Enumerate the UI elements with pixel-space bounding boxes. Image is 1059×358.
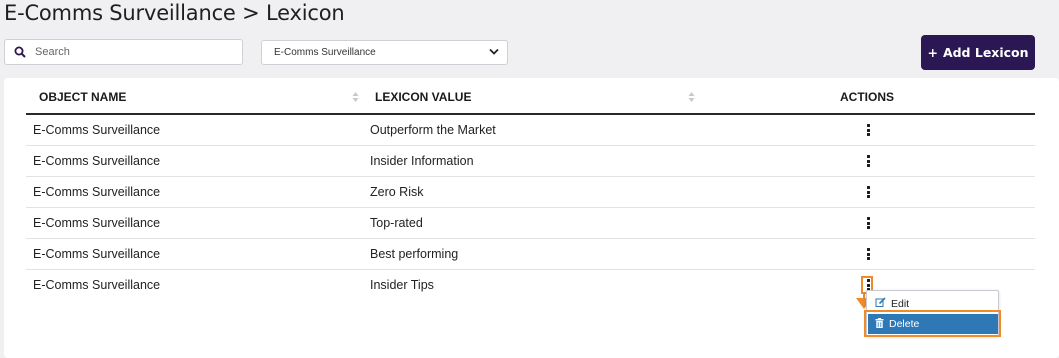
table-row: E-Comms Surveillance Insider Information [26,146,1035,177]
lexicon-value-cell: Zero Risk [370,185,424,199]
object-filter-select[interactable]: E-Comms Surveillance [261,40,508,65]
plus-icon: + [927,45,938,60]
add-lexicon-button[interactable]: + Add Lexicon [921,35,1035,70]
row-actions-icon[interactable] [861,245,875,263]
object-name-cell: E-Comms Surveillance [33,216,161,230]
lexicon-value-cell: Insider Tips [370,278,434,292]
column-header-object-name[interactable]: OBJECT NAME [39,90,126,104]
search-icon [5,46,35,58]
table-row: E-Comms Surveillance Top-rated [26,208,1035,239]
object-name-cell: E-Comms Surveillance [33,278,161,292]
lexicon-value-cell: Outperform the Market [370,123,496,137]
table-row: E-Comms Surveillance Zero Risk [26,177,1035,208]
page-title: E-Comms Surveillance > Lexicon [4,1,345,25]
table-row: E-Comms Surveillance Outperform the Mark… [26,115,1035,146]
table-row: E-Comms Surveillance Best performing [26,239,1035,270]
object-filter-value: E-Comms Surveillance [274,47,376,58]
row-actions-icon[interactable] [861,121,875,139]
row-actions-icon[interactable] [861,152,875,170]
annotation-highlight-box [864,310,1001,337]
lexicon-value-cell: Best performing [370,247,459,261]
chevron-down-icon [489,47,499,58]
row-actions-icon[interactable] [861,214,875,232]
row-actions-icon[interactable] [861,183,875,201]
column-header-actions: ACTIONS [840,90,894,104]
object-name-cell: E-Comms Surveillance [33,154,161,168]
lexicon-value-cell: Insider Information [370,154,474,168]
lexicon-value-cell: Top-rated [370,216,423,230]
pencil-square-icon [875,297,886,311]
menu-item-edit-label: Edit [891,298,910,310]
column-header-lexicon-value[interactable]: LEXICON VALUE [375,90,471,104]
search-box[interactable] [4,39,243,65]
add-lexicon-label: Add Lexicon [942,45,1029,60]
search-input[interactable] [35,46,235,58]
object-name-cell: E-Comms Surveillance [33,185,161,199]
table-header: OBJECT NAME LEXICON VALUE ACTIONS [26,78,1035,115]
sort-icon[interactable] [688,91,695,103]
object-name-cell: E-Comms Surveillance [33,247,161,261]
sort-icon[interactable] [352,91,359,103]
object-name-cell: E-Comms Surveillance [33,123,161,137]
